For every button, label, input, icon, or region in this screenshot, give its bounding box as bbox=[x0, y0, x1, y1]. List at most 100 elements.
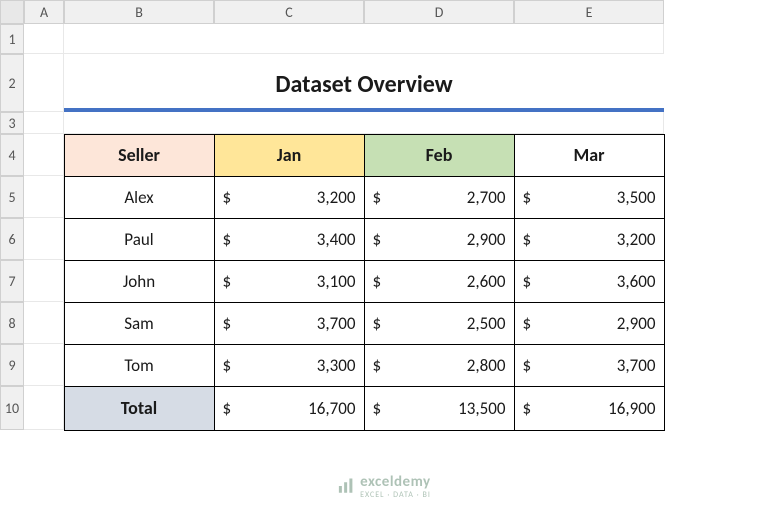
currency-symbol: $ bbox=[373, 271, 382, 292]
col-header-a[interactable]: A bbox=[24, 0, 64, 24]
row-header-10[interactable]: 10 bbox=[0, 386, 24, 430]
amount: 2,600 bbox=[467, 271, 506, 292]
col-header-d[interactable]: D bbox=[364, 0, 514, 24]
jan-value[interactable]: $3,400 bbox=[214, 218, 365, 261]
cell-a1[interactable] bbox=[24, 24, 64, 54]
currency-symbol: $ bbox=[373, 355, 382, 376]
table-row: Tom $3,300 $2,800 $3,700 bbox=[64, 344, 664, 386]
feb-value[interactable]: $2,600 bbox=[364, 260, 515, 303]
currency-symbol: $ bbox=[373, 313, 382, 334]
total-label[interactable]: Total bbox=[64, 386, 215, 431]
cell-a4[interactable] bbox=[24, 134, 64, 176]
table-header-row: Seller Jan Feb Mar bbox=[64, 134, 664, 176]
title[interactable]: Dataset Overview bbox=[64, 54, 664, 112]
row-header-6[interactable]: 6 bbox=[0, 218, 24, 260]
amount: 2,700 bbox=[467, 187, 506, 208]
select-all-corner[interactable] bbox=[0, 0, 24, 24]
currency-symbol: $ bbox=[523, 398, 532, 419]
currency-symbol: $ bbox=[373, 187, 382, 208]
cell-a10[interactable] bbox=[24, 386, 64, 430]
currency-symbol: $ bbox=[223, 398, 232, 419]
row-header-7[interactable]: 7 bbox=[0, 260, 24, 302]
total-jan[interactable]: $16,700 bbox=[214, 386, 365, 431]
currency-symbol: $ bbox=[223, 355, 232, 376]
amount: 16,900 bbox=[608, 398, 655, 419]
header-seller[interactable]: Seller bbox=[64, 134, 215, 177]
currency-symbol: $ bbox=[223, 271, 232, 292]
feb-value[interactable]: $2,700 bbox=[364, 176, 515, 219]
amount: 2,900 bbox=[467, 229, 506, 250]
cell-a3[interactable] bbox=[24, 112, 64, 134]
amount: 3,500 bbox=[617, 187, 656, 208]
amount: 3,700 bbox=[617, 355, 656, 376]
amount: 3,200 bbox=[317, 187, 356, 208]
watermark-brand: exceldemy bbox=[360, 473, 431, 491]
seller-name[interactable]: Sam bbox=[64, 302, 215, 345]
watermark-tagline: EXCEL · DATA · BI bbox=[360, 491, 431, 499]
amount: 2,800 bbox=[467, 355, 506, 376]
spreadsheet-grid: A B C D E 1 2 Dataset Overview 3 4 Selle… bbox=[0, 0, 767, 430]
currency-symbol: $ bbox=[523, 355, 532, 376]
row-header-2[interactable]: 2 bbox=[0, 54, 24, 112]
currency-symbol: $ bbox=[373, 229, 382, 250]
mar-value[interactable]: $3,200 bbox=[514, 218, 665, 261]
table-row: Alex $3,200 $2,700 $3,500 bbox=[64, 176, 664, 218]
header-mar[interactable]: Mar bbox=[514, 134, 665, 177]
jan-value[interactable]: $3,100 bbox=[214, 260, 365, 303]
col-header-e[interactable]: E bbox=[514, 0, 664, 24]
amount: 3,600 bbox=[617, 271, 656, 292]
jan-value[interactable]: $3,300 bbox=[214, 344, 365, 387]
feb-value[interactable]: $2,900 bbox=[364, 218, 515, 261]
jan-value[interactable]: $3,200 bbox=[214, 176, 365, 219]
mar-value[interactable]: $3,600 bbox=[514, 260, 665, 303]
amount: 2,900 bbox=[617, 313, 656, 334]
amount: 3,200 bbox=[617, 229, 656, 250]
amount: 13,500 bbox=[458, 398, 505, 419]
watermark: exceldemy EXCEL · DATA · BI bbox=[336, 473, 431, 499]
amount: 16,700 bbox=[308, 398, 355, 419]
col-header-b[interactable]: B bbox=[64, 0, 214, 24]
amount: 3,100 bbox=[317, 271, 356, 292]
cell-b1-e1[interactable] bbox=[64, 24, 664, 54]
row-header-5[interactable]: 5 bbox=[0, 176, 24, 218]
row-header-4[interactable]: 4 bbox=[0, 134, 24, 176]
feb-value[interactable]: $2,800 bbox=[364, 344, 515, 387]
cell-b3-e3[interactable] bbox=[64, 112, 664, 134]
mar-value[interactable]: $3,500 bbox=[514, 176, 665, 219]
jan-value[interactable]: $3,700 bbox=[214, 302, 365, 345]
seller-name[interactable]: Alex bbox=[64, 176, 215, 219]
col-header-c[interactable]: C bbox=[214, 0, 364, 24]
amount: 3,700 bbox=[317, 313, 356, 334]
amount: 3,300 bbox=[317, 355, 356, 376]
cell-a5[interactable] bbox=[24, 176, 64, 218]
table-row: John $3,100 $2,600 $3,600 bbox=[64, 260, 664, 302]
row-header-9[interactable]: 9 bbox=[0, 344, 24, 386]
seller-name[interactable]: Tom bbox=[64, 344, 215, 387]
currency-symbol: $ bbox=[223, 229, 232, 250]
table-row: Sam $3,700 $2,500 $2,900 bbox=[64, 302, 664, 344]
currency-symbol: $ bbox=[523, 229, 532, 250]
mar-value[interactable]: $2,900 bbox=[514, 302, 665, 345]
mar-value[interactable]: $3,700 bbox=[514, 344, 665, 387]
feb-value[interactable]: $2,500 bbox=[364, 302, 515, 345]
cell-a8[interactable] bbox=[24, 302, 64, 344]
cell-a2[interactable] bbox=[24, 54, 64, 112]
row-header-1[interactable]: 1 bbox=[0, 24, 24, 54]
table-total-row: Total $16,700 $13,500 $16,900 bbox=[64, 386, 664, 430]
currency-symbol: $ bbox=[523, 271, 532, 292]
currency-symbol: $ bbox=[223, 187, 232, 208]
cell-a7[interactable] bbox=[24, 260, 64, 302]
amount: 3,400 bbox=[317, 229, 356, 250]
row-header-8[interactable]: 8 bbox=[0, 302, 24, 344]
cell-a9[interactable] bbox=[24, 344, 64, 386]
total-mar[interactable]: $16,900 bbox=[514, 386, 665, 431]
cell-a6[interactable] bbox=[24, 218, 64, 260]
header-feb[interactable]: Feb bbox=[364, 134, 515, 177]
seller-name[interactable]: John bbox=[64, 260, 215, 303]
data-table: Seller Jan Feb Mar Alex $3,200 $2,700 $3… bbox=[64, 134, 664, 430]
seller-name[interactable]: Paul bbox=[64, 218, 215, 261]
currency-symbol: $ bbox=[523, 313, 532, 334]
header-jan[interactable]: Jan bbox=[214, 134, 365, 177]
row-header-3[interactable]: 3 bbox=[0, 112, 24, 134]
total-feb[interactable]: $13,500 bbox=[364, 386, 515, 431]
